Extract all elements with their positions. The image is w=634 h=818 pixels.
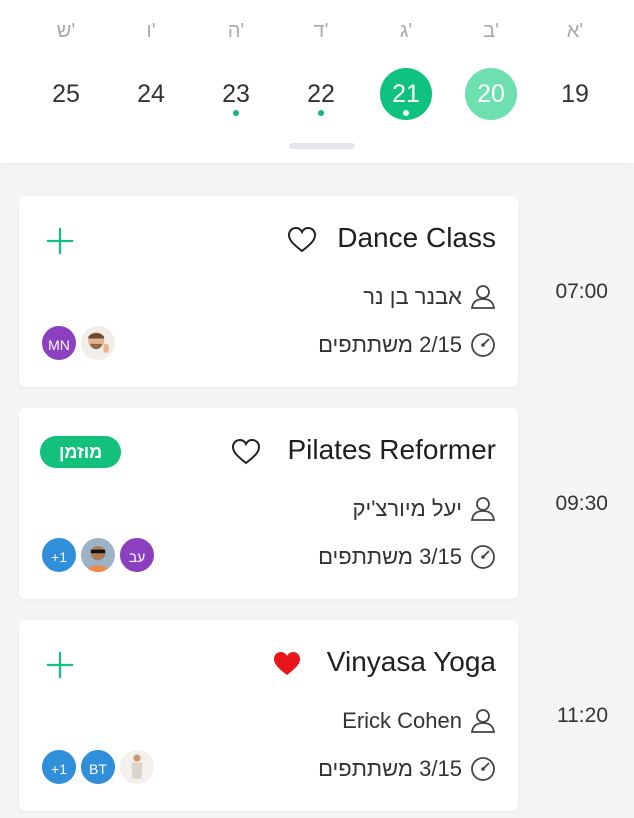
attendee-avatar[interactable]: MN <box>40 324 78 362</box>
class-card-pilates[interactable]: מוזמן Pilates Reformer יעל מיורצ'יק 3/15… <box>19 408 518 599</box>
attendee-avatar[interactable]: BT <box>79 748 117 786</box>
heart-outline-icon[interactable] <box>231 438 261 466</box>
day-number-selected: 20 <box>465 68 517 120</box>
instructor-row: אבנר בן נר <box>363 284 496 310</box>
day-number: 25 <box>52 80 80 108</box>
gauge-icon <box>471 333 495 357</box>
day-letter: ש' <box>56 20 76 42</box>
event-dot <box>403 110 409 116</box>
class-time: 11:20 <box>557 704 608 727</box>
class-card-dance[interactable]: Dance Class אבנר בן נר 2/15 משתתפים MN <box>19 196 518 387</box>
day-number: 24 <box>137 80 165 108</box>
memoji-avatar-image <box>88 332 109 353</box>
day-letter: א' <box>566 20 584 42</box>
day-letter: ב' <box>483 20 499 42</box>
class-time: 07:00 <box>555 280 608 303</box>
day-number: 19 <box>561 80 589 108</box>
participants-count: 2/15 משתתפים <box>318 332 462 357</box>
person-icon <box>470 497 496 521</box>
gauge-icon <box>471 757 495 781</box>
class-title: Dance Class <box>337 222 496 253</box>
gauge-icon <box>471 545 495 569</box>
booked-badge: מוזמן <box>40 436 122 468</box>
day-letter: ד' <box>313 20 329 42</box>
participants-count: 3/15 משתתפים <box>318 756 462 781</box>
instructor-row: יעל מיורצ'יק <box>353 496 496 522</box>
person-icon <box>470 709 496 733</box>
event-dot <box>318 110 324 116</box>
photo-avatar[interactable] <box>118 748 156 786</box>
attendee-avatar[interactable]: +1 <box>40 536 78 574</box>
photo-avatar-image <box>81 538 115 572</box>
instructor-name: Erick Cohen <box>342 708 462 733</box>
class-time: 09:30 <box>555 492 608 515</box>
photo-avatar-image <box>120 750 154 784</box>
add-icon[interactable] <box>45 650 75 680</box>
person-icon <box>470 285 496 309</box>
instructor-name: אבנר בן נר <box>363 284 462 309</box>
day-letter: ו' <box>146 20 156 42</box>
heart-outline-icon[interactable] <box>287 226 317 254</box>
heart-filled-icon[interactable] <box>272 650 302 678</box>
instructor-row: Erick Cohen <box>342 708 496 734</box>
photo-avatar[interactable] <box>79 536 117 574</box>
instructor-name: יעל מיורצ'יק <box>352 496 462 521</box>
participants-row: 3/15 משתתפים <box>318 544 496 570</box>
participants-row: 2/15 משתתפים <box>318 332 496 358</box>
class-title: Pilates Reformer <box>287 434 496 465</box>
week-calendar-strip: ש' 25 ו' 24 ה' 23 ד' 22 ג' 21 ב' 20 א' 1… <box>0 0 634 163</box>
attendee-avatar[interactable]: +1 <box>40 748 78 786</box>
memoji-avatar[interactable] <box>79 324 117 362</box>
add-icon[interactable] <box>45 226 75 256</box>
day-letter: ג' <box>399 20 413 42</box>
drag-handle[interactable] <box>289 143 355 149</box>
attendee-avatar[interactable]: עב <box>118 536 156 574</box>
day-letter: ה' <box>227 20 245 42</box>
participants-count: 3/15 משתתפים <box>318 544 462 569</box>
participants-row: 3/15 משתתפים <box>318 756 496 782</box>
event-dot <box>233 110 239 116</box>
class-card-yoga[interactable]: Vinyasa Yoga Erick Cohen 3/15 משתתפים +1… <box>19 620 518 811</box>
class-title: Vinyasa Yoga <box>326 646 496 677</box>
